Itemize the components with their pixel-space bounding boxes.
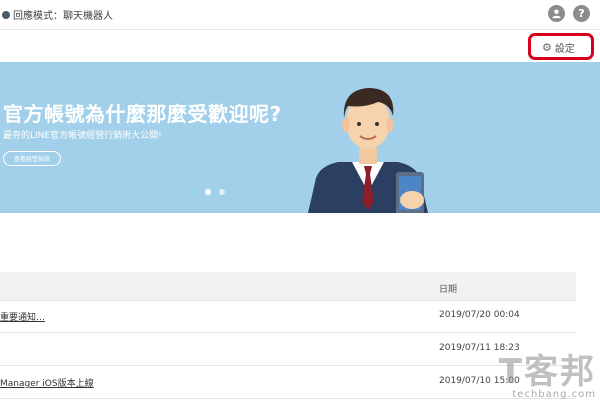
table-row[interactable]: Manager iOS版本上線 2019/07/10 15:00 [0,367,576,399]
column-header-date: 日期 [439,285,458,295]
help-glyph: ? [578,7,585,20]
gear-icon: ⚙ [542,41,552,54]
carousel-dot[interactable] [219,189,225,195]
row-date: 2019/07/10 15:00 [439,376,520,386]
row-date: 2019/07/11 18:23 [439,343,520,353]
carousel-dots [205,189,225,195]
banner-cta-button[interactable]: 查看經營祕訣 [3,151,61,166]
carousel-dot[interactable] [205,189,211,195]
top-bar: 回應模式：聊天機器人 ? [0,0,600,30]
banner-title: 官方帳號為什麼那麼受歡迎呢? [3,102,282,126]
chat-bubble-icon [2,10,10,19]
row-date: 2019/07/20 00:04 [439,310,520,320]
table-row[interactable]: 2019/07/11 18:23 [0,334,576,366]
settings-label: 設定 [554,44,575,55]
row-title[interactable]: 重要通知… [0,310,45,323]
settings-row [0,31,600,61]
banner-subtitle: 最夯的LINE官方帳號經營行銷術大公開! [3,131,162,141]
table-row[interactable]: 重要通知… 2019/07/20 00:04 [0,301,576,333]
table-header [0,272,576,301]
response-mode-label: 回應模式：聊天機器人 [13,11,113,22]
promo-banner[interactable]: 官方帳號為什麼那麼受歡迎呢? 最夯的LINE官方帳號經營行銷術大公開! 查看經營… [0,62,600,213]
top-icons: ? [548,5,590,22]
settings-button[interactable]: ⚙ 設定 [542,40,575,55]
businessman-illustration [308,88,428,213]
help-icon[interactable]: ? [573,5,590,22]
user-icon[interactable] [548,5,565,22]
response-mode[interactable]: 回應模式：聊天機器人 [2,7,113,22]
row-title[interactable]: Manager iOS版本上線 [0,376,94,389]
